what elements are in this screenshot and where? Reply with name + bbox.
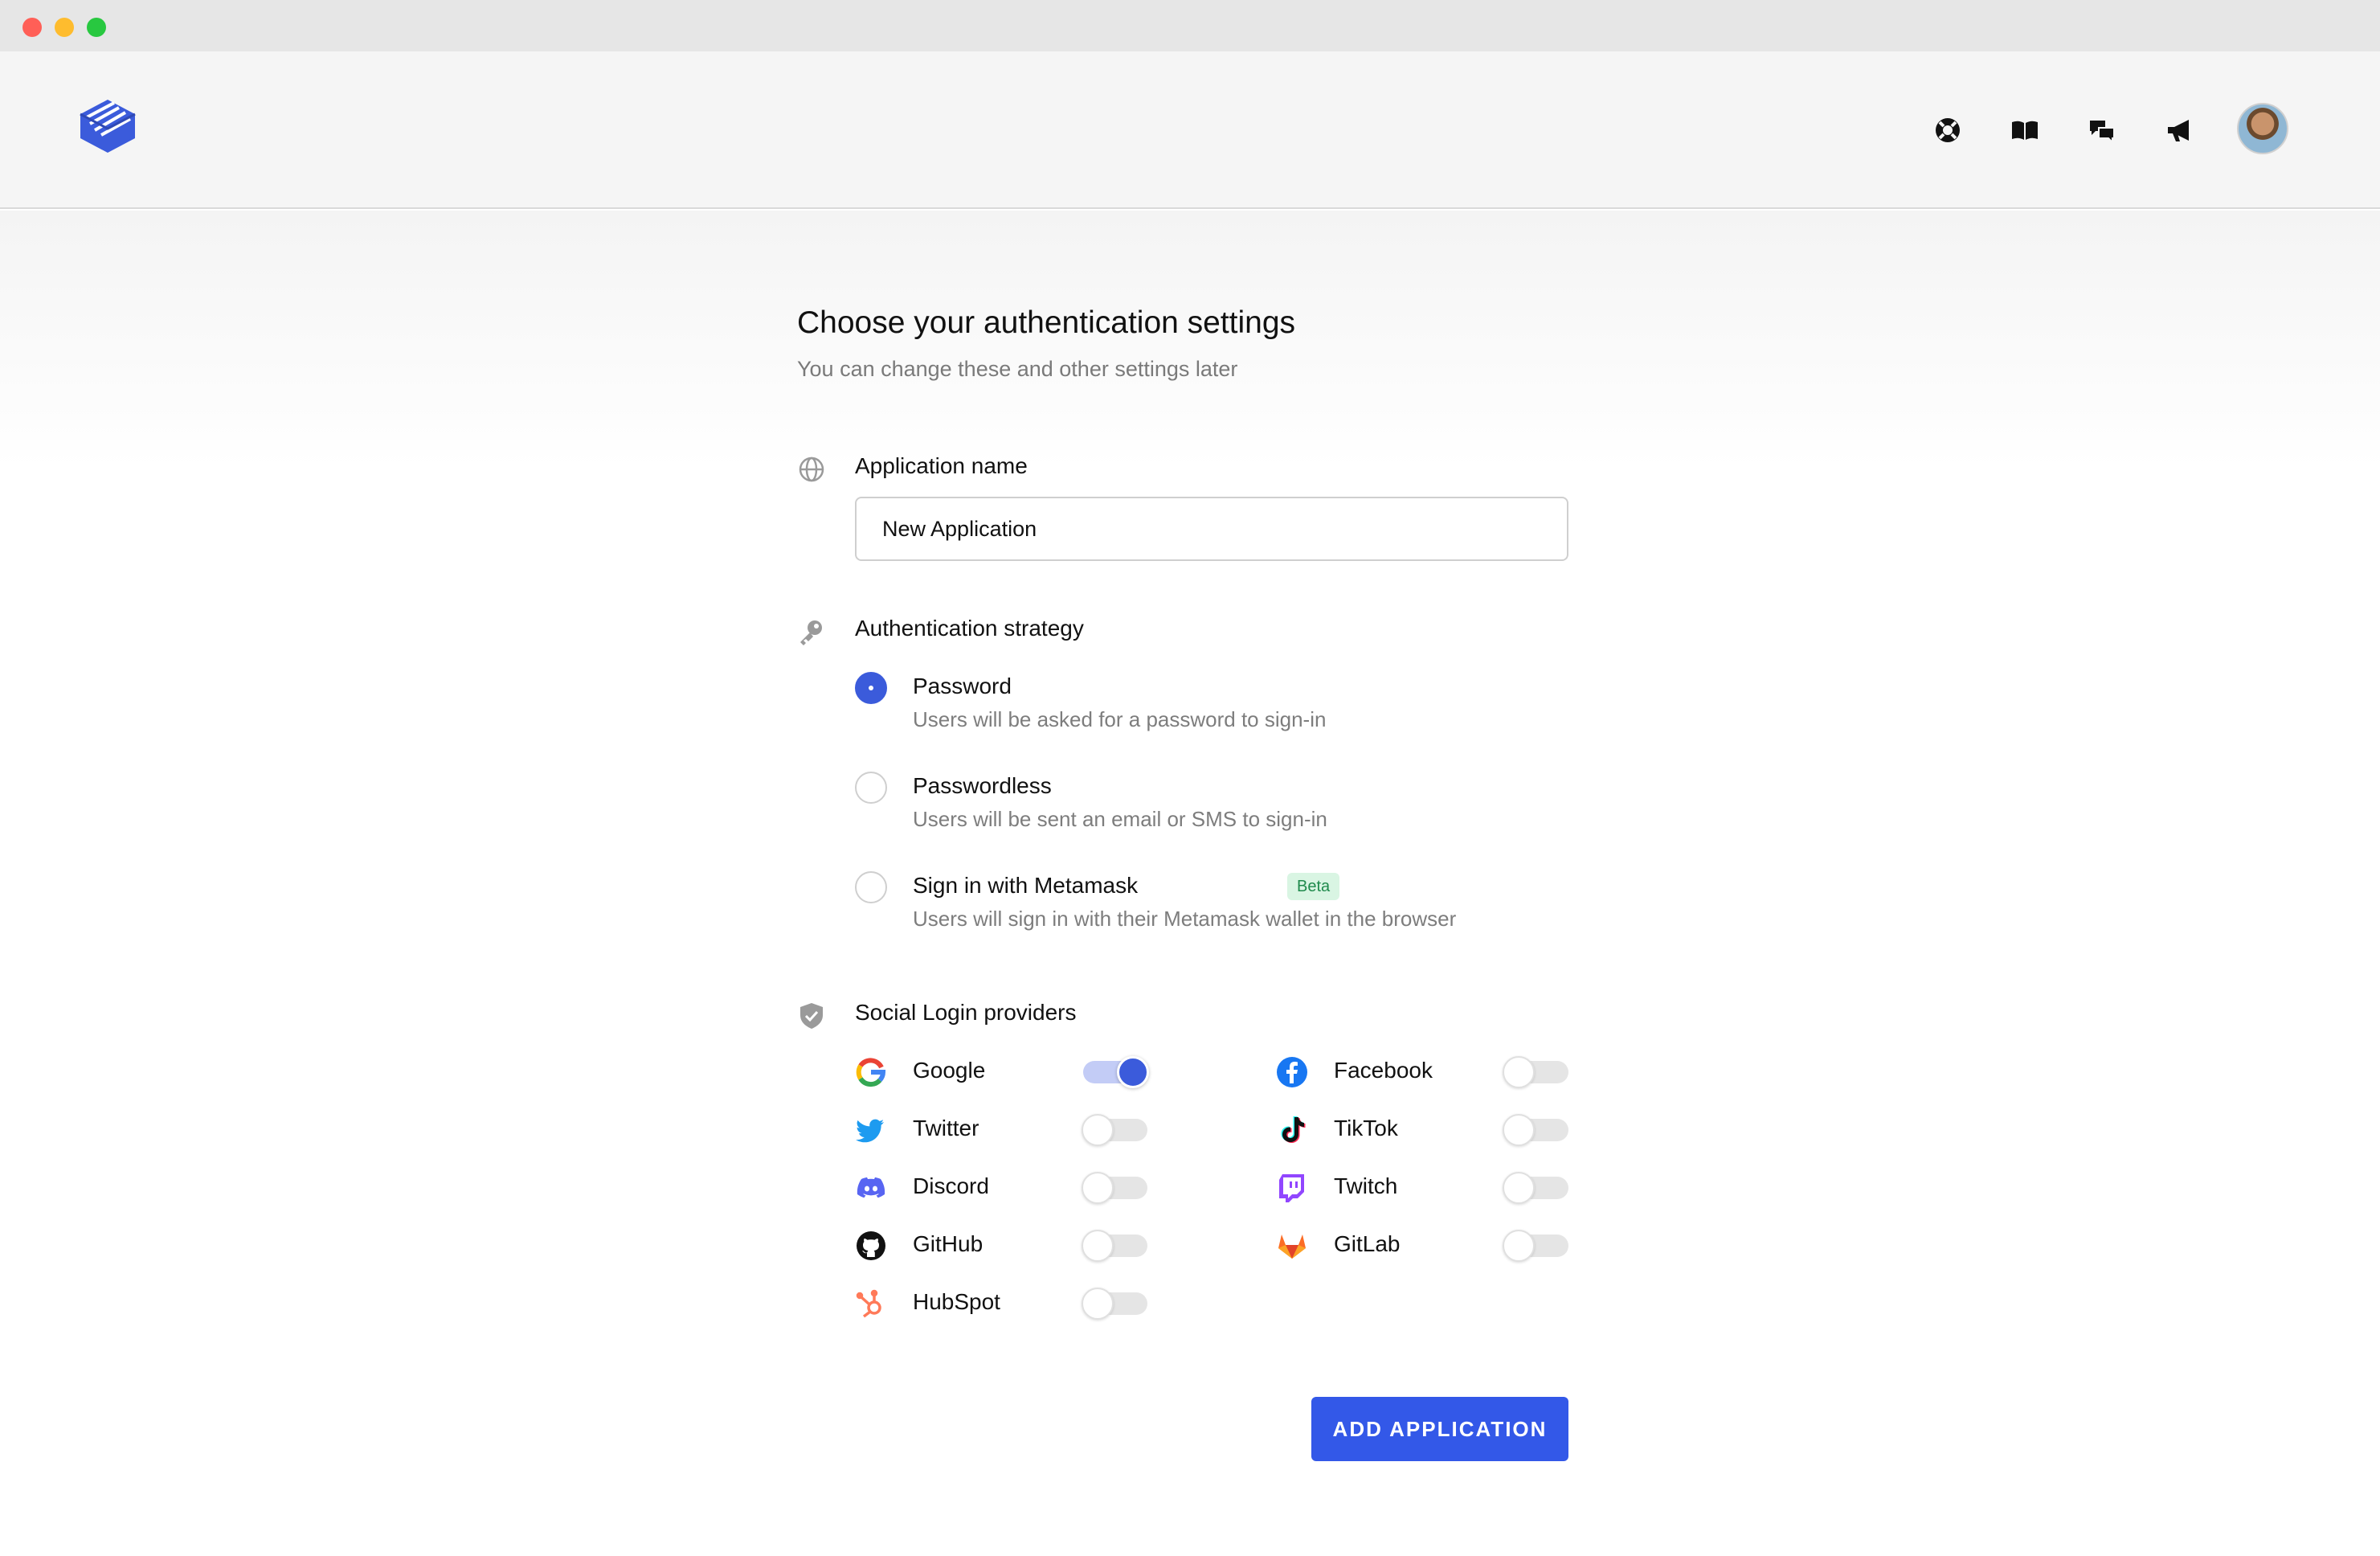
social-login-label: Social Login providers xyxy=(855,1000,1077,1025)
twitch-icon xyxy=(1276,1172,1308,1204)
metamask-option-desc: Users will sign in with their Metamask w… xyxy=(913,907,1457,931)
content-background xyxy=(0,211,2380,1556)
github-icon xyxy=(855,1230,887,1262)
globe-icon xyxy=(797,455,826,484)
provider-tiktok-name: TikTok xyxy=(1334,1116,1398,1140)
book-icon[interactable] xyxy=(2009,114,2041,146)
app-name-input[interactable]: New Application xyxy=(855,497,1568,561)
tiktok-icon xyxy=(1276,1114,1308,1146)
discord-toggle[interactable] xyxy=(1082,1172,1147,1204)
page-title: Choose your authentication settings xyxy=(797,305,1296,340)
tiktok-toggle[interactable] xyxy=(1503,1114,1568,1146)
twitter-icon xyxy=(855,1114,887,1146)
password-radio[interactable] xyxy=(855,672,887,704)
minimize-window-button[interactable] xyxy=(55,18,74,37)
provider-google-name: Google xyxy=(913,1058,986,1083)
avatar[interactable] xyxy=(2237,103,2288,154)
app-name-label: Application name xyxy=(855,453,1028,478)
passwordless-option-desc: Users will be sent an email or SMS to si… xyxy=(913,807,1327,831)
maximize-window-button[interactable] xyxy=(87,18,106,37)
add-application-button[interactable]: ADD APPLICATION xyxy=(1311,1397,1568,1461)
facebook-toggle[interactable] xyxy=(1503,1056,1568,1088)
password-option-desc: Users will be asked for a password to si… xyxy=(913,707,1327,731)
hubspot-toggle[interactable] xyxy=(1082,1288,1147,1320)
shield-icon xyxy=(797,1001,826,1030)
github-toggle[interactable] xyxy=(1082,1230,1147,1262)
auth-strategy-label: Authentication strategy xyxy=(855,616,1084,641)
provider-facebook-name: Facebook xyxy=(1334,1058,1433,1083)
chat-icon[interactable] xyxy=(2086,114,2118,146)
twitter-toggle[interactable] xyxy=(1082,1114,1147,1146)
passwordless-option-title: Passwordless xyxy=(913,773,1052,798)
password-option-title: Password xyxy=(913,674,1012,698)
page-subtitle: You can change these and other settings … xyxy=(797,357,1238,381)
hubspot-icon xyxy=(855,1288,887,1320)
metamask-option-title: Sign in with Metamask Beta xyxy=(913,873,1340,900)
metamask-radio[interactable] xyxy=(855,871,887,903)
facebook-icon xyxy=(1276,1056,1308,1088)
provider-twitch-name: Twitch xyxy=(1334,1173,1398,1198)
google-toggle[interactable] xyxy=(1083,1056,1149,1088)
gitlab-toggle[interactable] xyxy=(1503,1230,1568,1262)
provider-twitter-name: Twitter xyxy=(913,1116,979,1140)
provider-discord-name: Discord xyxy=(913,1173,989,1198)
key-icon xyxy=(797,617,826,646)
beta-badge: Beta xyxy=(1287,873,1340,900)
app-logo-icon[interactable] xyxy=(77,93,138,158)
gitlab-icon xyxy=(1276,1230,1308,1262)
passwordless-radio[interactable] xyxy=(855,772,887,804)
provider-hubspot-name: HubSpot xyxy=(913,1289,1000,1314)
google-icon xyxy=(855,1056,887,1088)
discord-icon xyxy=(855,1172,887,1204)
provider-gitlab-name: GitLab xyxy=(1334,1231,1401,1256)
provider-github-name: GitHub xyxy=(913,1231,983,1256)
metamask-option-title-text: Sign in with Metamask xyxy=(913,873,1139,898)
twitch-toggle[interactable] xyxy=(1503,1172,1568,1204)
megaphone-icon[interactable] xyxy=(2163,114,2195,146)
lifebuoy-icon[interactable] xyxy=(1932,114,1964,146)
close-window-button[interactable] xyxy=(22,18,42,37)
top-header xyxy=(0,51,2380,209)
window-titlebar xyxy=(0,0,2380,51)
